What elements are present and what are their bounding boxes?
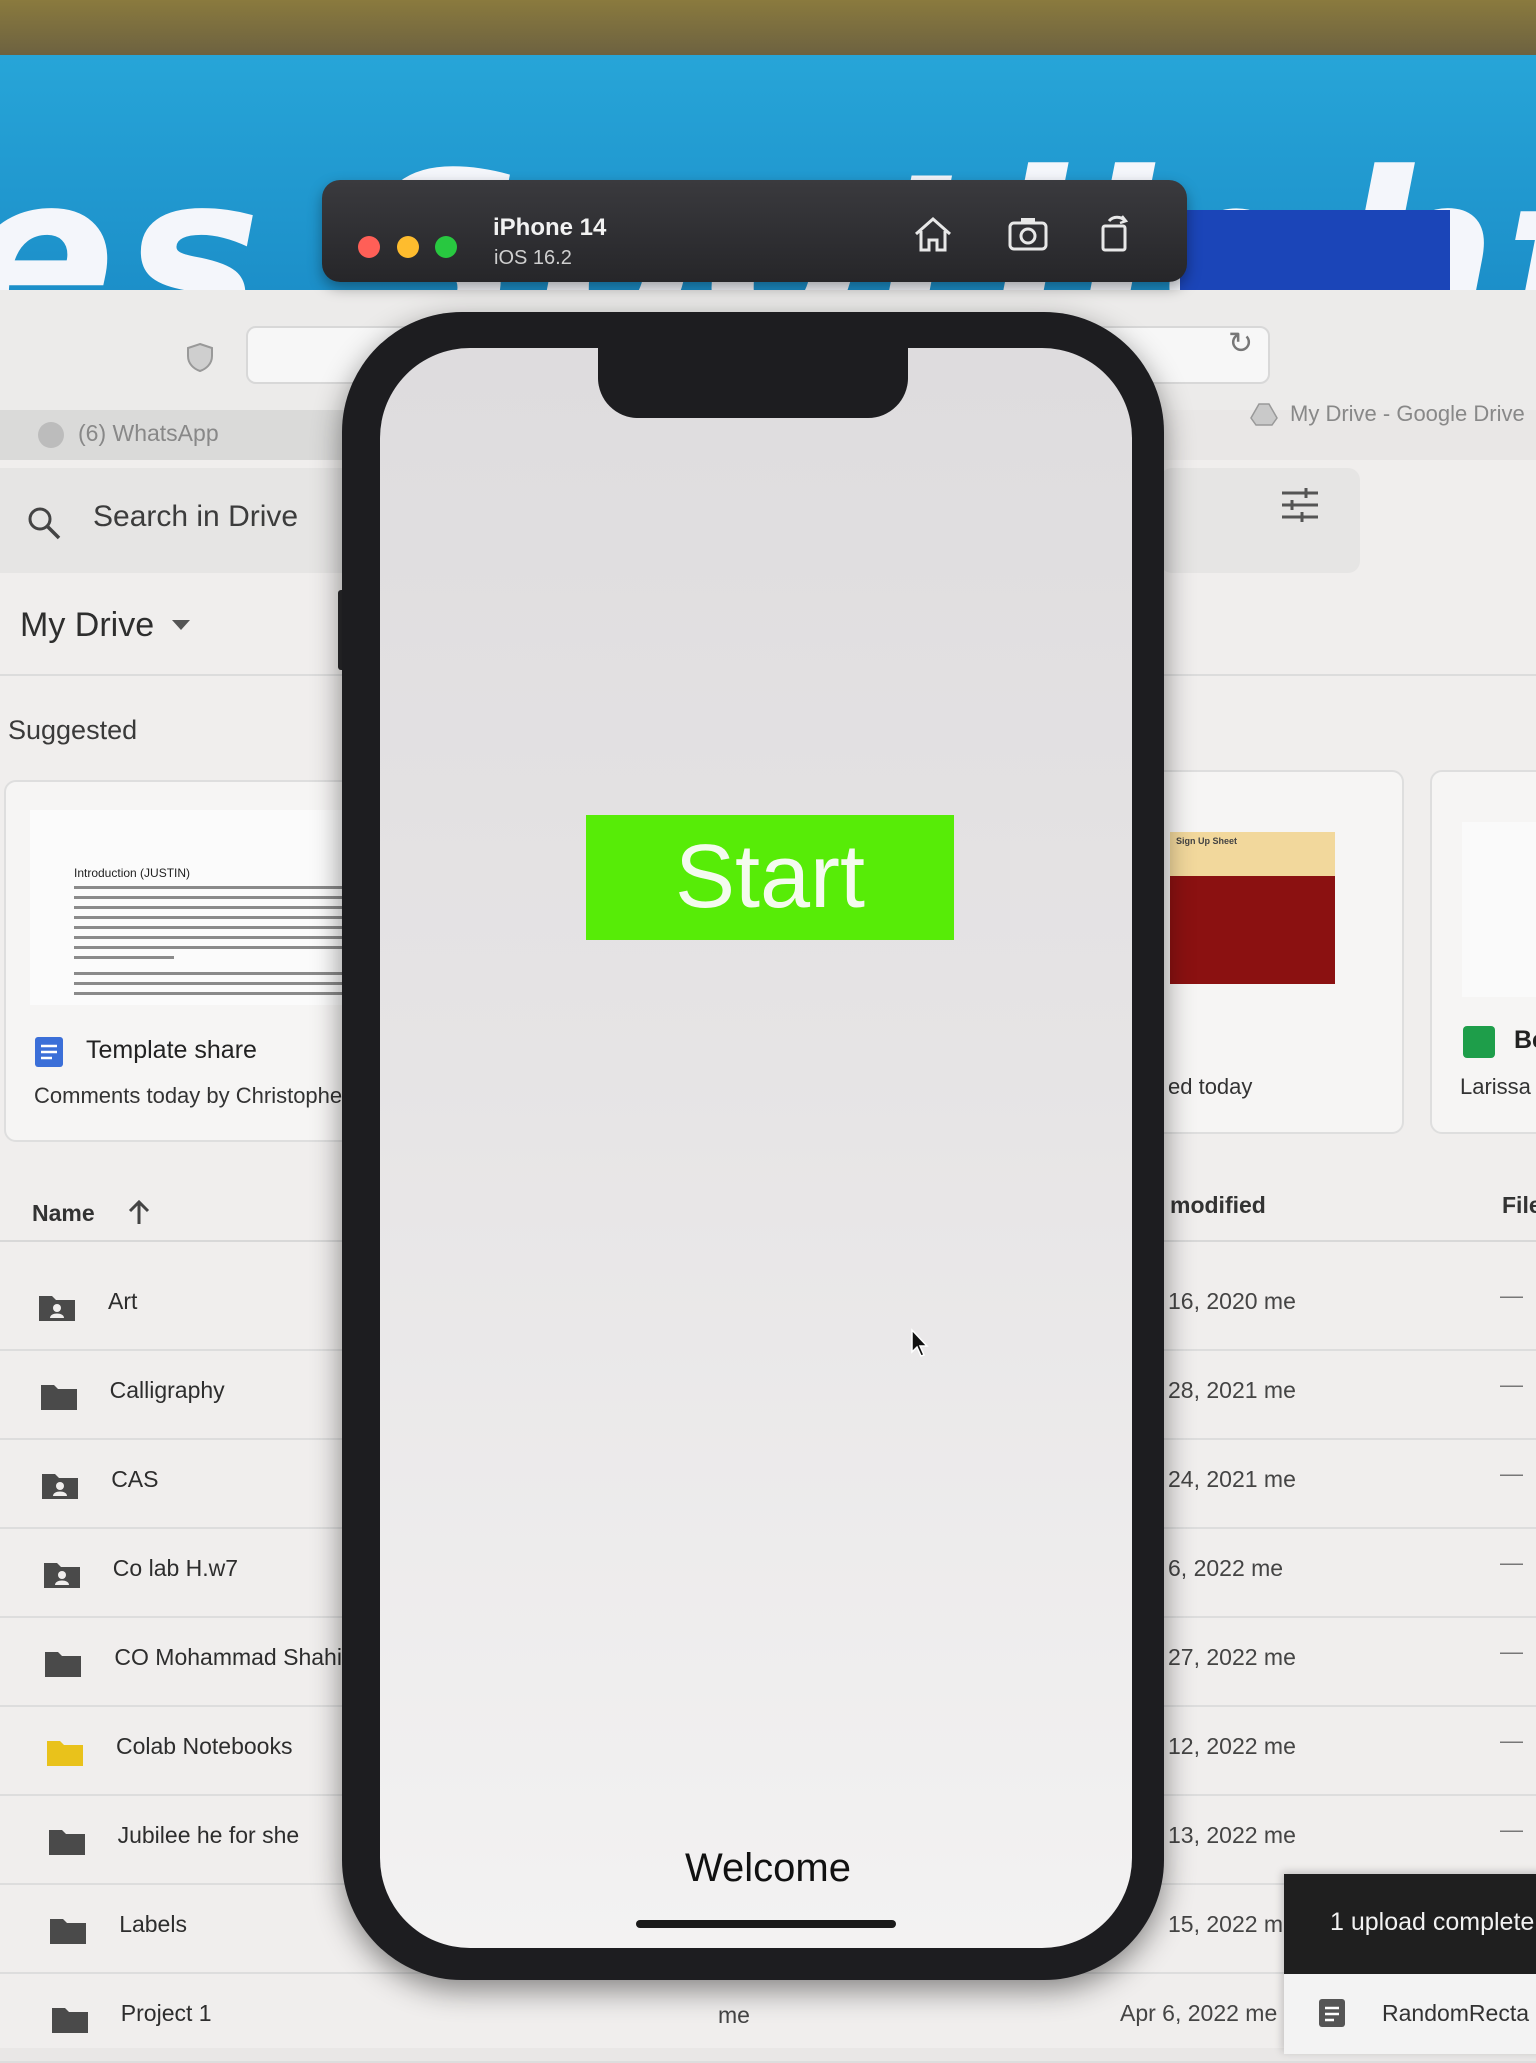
row-name: CO Mohammad Shahin	[114, 1644, 355, 1670]
arrow-up-icon[interactable]	[126, 1198, 152, 1226]
text-line	[74, 992, 344, 995]
row-file-size: —	[1500, 1282, 1523, 1308]
folder-icon	[51, 2008, 88, 2033]
row-modified: 27, 2022 me	[1168, 1644, 1296, 1670]
suggested-heading: Suggested	[8, 715, 138, 745]
row-modified: 13, 2022 me	[1168, 1822, 1296, 1848]
toast-title: 1 upload complete	[1330, 1908, 1535, 1936]
row-name: CAS	[111, 1466, 159, 1492]
column-header-name[interactable]: Name	[32, 1200, 95, 1227]
welcome-label: Welcome	[685, 1846, 851, 1890]
google-docs-icon	[35, 1037, 63, 1067]
tab-whatsapp-label: (6) WhatsApp	[78, 420, 219, 446]
text-line	[74, 972, 344, 975]
document-thumbnail	[1462, 822, 1536, 997]
text-line	[74, 956, 174, 959]
shared-folder-icon	[43, 1563, 80, 1588]
row-name: Labels	[119, 1911, 187, 1937]
simulator-os-version: iOS 16.2	[494, 247, 572, 269]
rotate-icon[interactable]	[1095, 212, 1137, 252]
sheet-thumbnail-title: Sign Up Sheet	[1176, 836, 1238, 846]
start-button[interactable]: Start	[586, 815, 954, 940]
row-modified: Apr 6, 2022 me	[1120, 2000, 1278, 2026]
text-line	[74, 906, 344, 909]
shield-icon[interactable]	[186, 342, 214, 372]
row-modified: 12, 2022 me	[1168, 1733, 1296, 1759]
row-modified: 6, 2022 me	[1168, 1555, 1284, 1581]
simulator-device-name: iPhone 14	[493, 214, 607, 241]
row-name: Co lab H.w7	[112, 1555, 239, 1581]
row-file-size: —	[1500, 1638, 1523, 1664]
my-drive-dropdown[interactable]: My Drive	[20, 606, 154, 645]
row-modified: 15, 2022 m	[1168, 1911, 1284, 1937]
minimize-window-button[interactable]	[397, 236, 419, 258]
shared-folder-icon	[42, 1474, 79, 1499]
row-name: Calligraphy	[109, 1377, 225, 1403]
reload-icon[interactable]: ↻	[1228, 326, 1258, 360]
text-line	[74, 936, 344, 939]
column-header-modified[interactable]: modified	[1170, 1192, 1266, 1219]
home-indicator[interactable]	[636, 1920, 896, 1928]
row-modified: 16, 2020 me	[1168, 1288, 1296, 1314]
folder-icon	[50, 1919, 87, 1944]
google-sheets-icon	[1463, 1026, 1495, 1058]
sheet-header-band: Sign Up Sheet	[1170, 832, 1335, 876]
text-line	[74, 916, 344, 919]
zoom-window-button[interactable]	[435, 236, 457, 258]
toast-file-name[interactable]: RandomRecta	[1382, 2000, 1529, 2027]
search-icon[interactable]	[26, 505, 62, 541]
card-subtitle: Comments today by Christopher	[34, 1083, 350, 1108]
row-name: Jubilee he for she	[117, 1822, 300, 1848]
folder-icon	[48, 1830, 85, 1855]
whatsapp-icon	[38, 422, 64, 448]
search-input[interactable]: Search in Drive	[93, 500, 298, 534]
card-subtitle: ed today	[1168, 1074, 1253, 1099]
row-file-size: —	[1500, 1371, 1523, 1397]
row-name: Project 1	[120, 2000, 212, 2026]
row-modified: 28, 2021 me	[1168, 1377, 1296, 1403]
row-owner: me	[718, 2002, 750, 2028]
banner-block	[1180, 210, 1450, 290]
folder-icon	[40, 1385, 77, 1410]
card-title: Template share	[86, 1036, 257, 1064]
yellow-folder-icon	[47, 1741, 83, 1766]
close-window-button[interactable]	[358, 236, 380, 258]
row-file-size: —	[1500, 1549, 1523, 1575]
iphone-notch	[598, 342, 908, 418]
search-options[interactable]	[1160, 468, 1360, 573]
text-line	[74, 926, 344, 929]
folder-icon	[45, 1652, 82, 1677]
row-file-size: —	[1500, 1727, 1523, 1753]
column-header-file-size[interactable]: File	[1502, 1192, 1536, 1219]
screenshot-icon[interactable]	[1007, 214, 1049, 254]
shared-folder-icon	[39, 1296, 75, 1321]
row-file-size: —	[1500, 1460, 1523, 1486]
filter-options-icon[interactable]	[1280, 487, 1320, 523]
tab-drive-label[interactable]: My Drive - Google Drive	[1290, 401, 1525, 427]
home-icon[interactable]	[912, 214, 954, 254]
row-name: Colab Notebooks	[116, 1733, 293, 1759]
row-file-size: —	[1500, 1816, 1523, 1842]
document-icon	[1319, 1999, 1345, 2027]
row-modified: 24, 2021 me	[1168, 1466, 1296, 1492]
card-subtitle: Larissa	[1460, 1074, 1531, 1099]
google-drive-icon	[1250, 403, 1278, 426]
card-title: Be	[1514, 1026, 1536, 1054]
text-line	[74, 886, 344, 889]
document-thumbnail: Introduction (JUSTIN)	[30, 810, 360, 1005]
spreadsheet-thumbnail: Sign Up Sheet	[1170, 832, 1335, 984]
row-name: Art	[108, 1288, 138, 1314]
text-line	[74, 946, 344, 949]
thumbnail-heading: Introduction (JUSTIN)	[74, 866, 191, 880]
text-line	[74, 896, 344, 899]
chevron-down-icon[interactable]	[172, 620, 190, 630]
iphone-screen	[380, 348, 1132, 1948]
text-line	[74, 982, 344, 985]
monitor-bezel	[0, 0, 1536, 55]
simulator-titlebar[interactable]	[322, 180, 1187, 282]
mouse-cursor-icon	[911, 1328, 929, 1357]
